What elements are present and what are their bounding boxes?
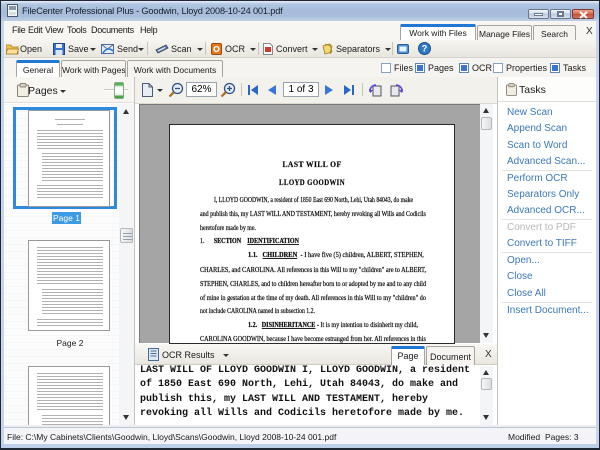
svg-text:?: ? [422,44,428,54]
